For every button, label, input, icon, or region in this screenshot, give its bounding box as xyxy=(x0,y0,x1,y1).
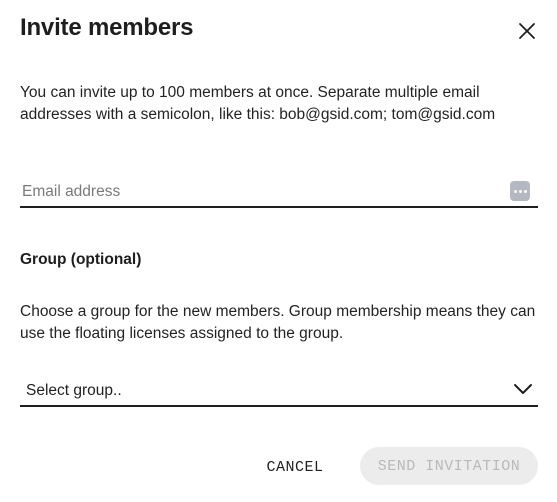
group-description: Choose a group for the new members. Grou… xyxy=(20,303,536,342)
email-field xyxy=(20,176,538,208)
more-dots-icon[interactable] xyxy=(510,181,530,201)
email-input[interactable] xyxy=(20,180,494,204)
cancel-button[interactable]: CANCEL xyxy=(250,448,340,486)
group-select[interactable]: Select group.. xyxy=(20,374,538,407)
chevron-down-icon xyxy=(514,384,532,394)
group-select-value: Select group.. xyxy=(26,382,122,399)
invite-members-dialog: Invite members You can invite up to 100 … xyxy=(0,0,557,502)
close-icon xyxy=(519,23,535,39)
intro-text: You can invite up to 100 members at once… xyxy=(20,84,496,123)
group-label: Group (optional) xyxy=(20,251,142,268)
send-invitation-button[interactable]: SEND INVITATION xyxy=(360,447,538,485)
close-button[interactable] xyxy=(514,18,540,44)
dialog-title: Invite members xyxy=(20,14,194,41)
